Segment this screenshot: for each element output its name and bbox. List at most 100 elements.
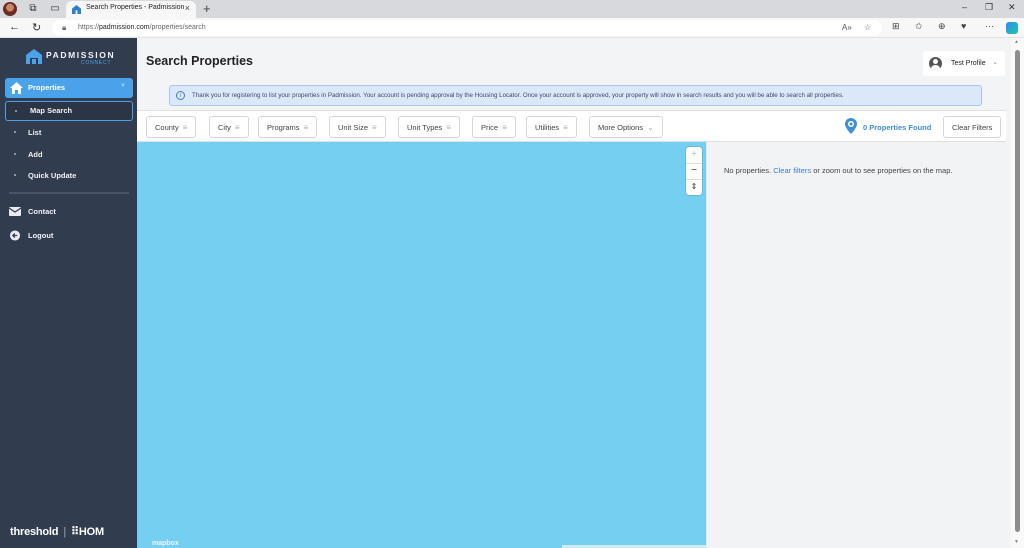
pending-approval-notice: i Thank you for registering to list your… [169,85,982,106]
profile-menu-button[interactable]: Test Profile ⌄ [923,51,1005,76]
padmission-favicon-icon [72,5,81,14]
filter-label: County [155,122,179,132]
window-close-icon[interactable]: ✕ [1008,2,1016,13]
filter-icon: ≡ [303,122,309,132]
browser-profile-avatar[interactable] [3,2,17,16]
logout-icon [9,230,21,241]
sidebar-item-logout[interactable]: Logout [9,228,129,244]
lock-icon: 🔒︎ [62,23,67,32]
profile-name: Test Profile [951,60,986,67]
mapbox-attribution[interactable]: mapbox [152,540,179,547]
sidebar-item-map-search[interactable]: Map Search [5,101,133,121]
sidebar-item-label: Add [28,150,43,159]
tab-actions-icon[interactable]: ▭ [49,3,61,15]
sidebar-item-properties[interactable]: Properties ▼ [5,78,133,98]
scrollbar-thumb[interactable] [1015,50,1020,532]
filter-icon: ≡ [182,122,188,132]
read-aloud-icon[interactable]: A» [842,23,852,32]
more-menu-icon[interactable]: ··· [985,21,994,31]
filter-unit-types[interactable]: Unit Types ≡ [398,116,460,138]
collections-icon[interactable]: ⊕ [938,21,946,32]
footer-brand: threshold | ⠿HOM [10,525,104,538]
filter-city[interactable]: City ≡ [209,116,249,138]
sidebar-item-list[interactable]: List [5,123,133,143]
filter-icon: ≡ [446,122,451,132]
favorites-icon[interactable]: ✩ [915,21,923,32]
hom-logo: ⠿HOM [70,526,104,538]
map-canvas[interactable]: + − ⇕ mapbox [137,142,706,548]
filter-label: Utilities [535,122,560,132]
tab-title: Search Properties - Padmission [86,4,185,11]
user-avatar-icon [929,57,942,70]
refresh-icon[interactable]: ↻ [32,21,41,34]
split-screen-icon[interactable]: ⊞ [892,21,900,32]
restore-icon[interactable]: ❐ [985,2,993,13]
browser-essentials-icon[interactable]: ♥ [961,21,966,31]
scroll-down-icon[interactable]: ▼ [1014,539,1019,545]
filter-utilities[interactable]: Utilities ≡ [526,116,577,138]
compass-button[interactable]: ⇕ [686,179,702,195]
brand-name: PADMISSION [46,50,116,60]
filter-bar: County ≡ City ≡ Programs ≡ Unit Size ≡ Unit … [137,110,1006,142]
brand-sub: CONNECT [81,60,112,66]
clear-filters-button[interactable]: Clear Filters [943,116,1002,138]
properties-found-count: 0 Properties Found [863,123,932,132]
filter-icon: ≡ [234,122,240,132]
filter-label: Unit Size [338,122,369,132]
url-field[interactable]: 🔒︎ https://padmission.com/properties/sea… [52,20,882,36]
filter-programs[interactable]: Programs ≡ [258,116,318,138]
sidebar-item-label: Properties [28,83,66,92]
filter-price[interactable]: Price ≡ [472,116,516,138]
browser-tab[interactable]: Search Properties - Padmission × [66,1,196,18]
zoom-in-button[interactable]: + [686,147,702,163]
chevron-down-icon: ⌄ [992,59,998,66]
info-icon: i [176,91,185,100]
results-panel: No properties. Clear filters or zoom out… [706,142,1006,548]
filter-county[interactable]: County ≡ [146,116,197,138]
url-domain: padmission.com [99,24,150,31]
threshold-logo: threshold [10,526,59,538]
scroll-up-icon[interactable]: ▲ [1014,39,1019,45]
sidebar-item-contact[interactable]: Contact [9,204,129,220]
sidebar-item-label: Contact [28,207,56,216]
sidebar-item-label: List [28,128,42,137]
map-pin-icon [845,118,857,134]
map-controls: + − ⇕ [686,147,702,195]
url-scheme: https:// [78,24,100,31]
clear-filters-link[interactable]: Clear filters [773,166,811,175]
filter-icon: ≡ [372,122,377,132]
browser-tab-bar: ⧉ ▭ Search Properties - Padmission × + –… [0,0,1024,18]
filter-label: Programs [267,122,300,132]
more-options-button[interactable]: More Options ⌄ [589,116,663,138]
sidebar-item-quick-update[interactable]: Quick Update [5,166,133,186]
message-text: No properties. [724,166,774,175]
close-tab-icon[interactable]: × [185,3,190,13]
sidebar-item-label: Logout [28,231,54,240]
filter-label: City [218,122,231,132]
house-logo-icon [26,49,42,64]
address-bar-row: ← ↻ 🔒︎ https://padmission.com/properties… [0,18,1024,38]
filter-label: Unit Types [407,122,443,132]
sidebar: PADMISSION CONNECT Properties ▼ Map Sear… [0,38,137,548]
page-title: Search Properties [146,54,253,68]
filter-icon: ≡ [502,122,507,132]
sidebar-divider [9,192,129,194]
sidebar-item-label: Quick Update [28,171,77,180]
new-tab-icon[interactable]: + [203,1,211,16]
sidebar-item-add[interactable]: Add [5,145,133,165]
favorite-star-icon[interactable]: ☆ [864,23,871,32]
caret-down-icon: ▼ [120,83,126,89]
copilot-icon[interactable] [1006,22,1018,34]
bullet-icon [14,153,16,155]
zoom-out-button[interactable]: − [686,163,702,179]
home-icon [10,82,23,94]
page-scrollbar[interactable]: ▲ ▼ [1011,38,1024,548]
filter-unit-size[interactable]: Unit Size ≡ [329,116,386,138]
filter-icon: ≡ [563,122,568,132]
sidebar-item-label: Map Search [30,106,73,115]
workspaces-icon[interactable]: ⧉ [27,3,39,15]
url-path: /properties/search [149,24,206,31]
back-icon[interactable]: ← [9,21,20,33]
bullet-icon [14,174,16,176]
minimize-icon[interactable]: – [962,2,967,12]
